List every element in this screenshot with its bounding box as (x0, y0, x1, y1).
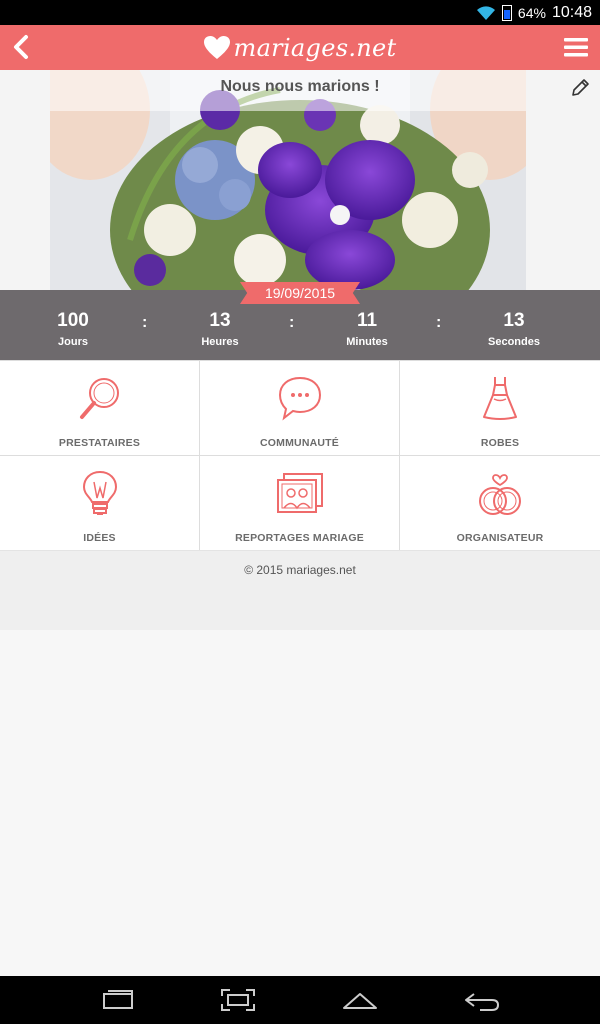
hamburger-menu-icon[interactable] (562, 33, 590, 61)
countdown-value: 100 (57, 310, 89, 331)
countdown-panel: 19/09/2015 100 Jours : 13 Heures : 11 Mi… (0, 282, 600, 360)
grid-item-label: ROBES (480, 437, 520, 449)
grid-item-reportages-mariage[interactable]: REPORTAGES MARIAGE (200, 456, 400, 551)
status-bar: 64% 10:48 (0, 0, 600, 25)
countdown-hours: 13 Heures (160, 310, 280, 348)
copyright-text: © 2015 mariages.net (244, 563, 356, 577)
pencil-edit-icon[interactable] (570, 78, 590, 98)
grid-item-robes[interactable]: ROBES (400, 361, 600, 456)
countdown-days: 100 Jours (13, 310, 133, 348)
chat-bubble-icon (278, 376, 321, 421)
app-bar: mariages.net (0, 25, 600, 70)
section-grid: PRESTATAIRES COMMUNAUTÉ ROBES IDÉES REPO… (0, 360, 600, 551)
hero-banner[interactable]: Nous nous marions ! (0, 70, 600, 290)
grid-item-label: COMMUNAUTÉ (260, 437, 339, 449)
countdown-label: Jours (58, 336, 88, 348)
grid-item-label: ORGANISATEUR (456, 532, 544, 544)
lightbulb-icon (82, 470, 117, 515)
clock-time: 10:48 (551, 3, 592, 21)
countdown-separator: : (142, 314, 148, 331)
hero-title: Nous nous marions ! (220, 78, 380, 95)
grid-item-label: PRESTATAIRES (58, 437, 141, 449)
countdown-label: Secondes (488, 336, 540, 348)
countdown-separator: : (289, 314, 295, 331)
countdown-minutes: 11 Minutes (307, 310, 427, 348)
grid-item-organisateur[interactable]: ORGANISATEUR (400, 456, 600, 551)
grid-item-label: REPORTAGES MARIAGE (235, 532, 364, 544)
photos-icon (276, 473, 323, 513)
system-nav-bar (0, 976, 600, 1024)
heart-logo-icon (203, 35, 230, 59)
countdown-value: 11 (356, 310, 378, 331)
magnifier-icon (79, 378, 119, 419)
countdown-separator: : (436, 314, 442, 331)
home-icon[interactable] (340, 986, 380, 1014)
rings-icon (479, 474, 521, 515)
screenshot-icon[interactable] (218, 986, 258, 1014)
grid-item-idees[interactable]: IDÉES (0, 456, 200, 551)
battery-icon (501, 4, 512, 21)
back-nav-icon[interactable] (462, 986, 502, 1014)
countdown-label: Heures (201, 336, 239, 348)
grid-item-label: IDÉES (83, 532, 116, 544)
wedding-date-ribbon: 19/09/2015 (240, 282, 360, 304)
footer: © 2015 mariages.net (0, 550, 600, 630)
countdown-seconds: 13 Secondes (454, 310, 574, 348)
grid-item-prestataires[interactable]: PRESTATAIRES (0, 361, 200, 456)
app-screen: 64% 10:48 mariages.net Nous nous marions… (0, 0, 600, 1024)
logo-text: mariages.net (233, 33, 397, 62)
dress-icon (483, 377, 517, 420)
countdown-label: Minutes (346, 336, 388, 348)
back-arrow-icon[interactable] (6, 31, 38, 63)
wifi-icon (476, 5, 495, 20)
app-logo: mariages.net (203, 33, 397, 62)
battery-percent: 64% (517, 4, 546, 21)
recent-apps-icon[interactable] (98, 986, 138, 1014)
countdown-value: 13 (503, 310, 525, 331)
countdown-value: 13 (209, 310, 231, 331)
grid-item-communaute[interactable]: COMMUNAUTÉ (200, 361, 400, 456)
